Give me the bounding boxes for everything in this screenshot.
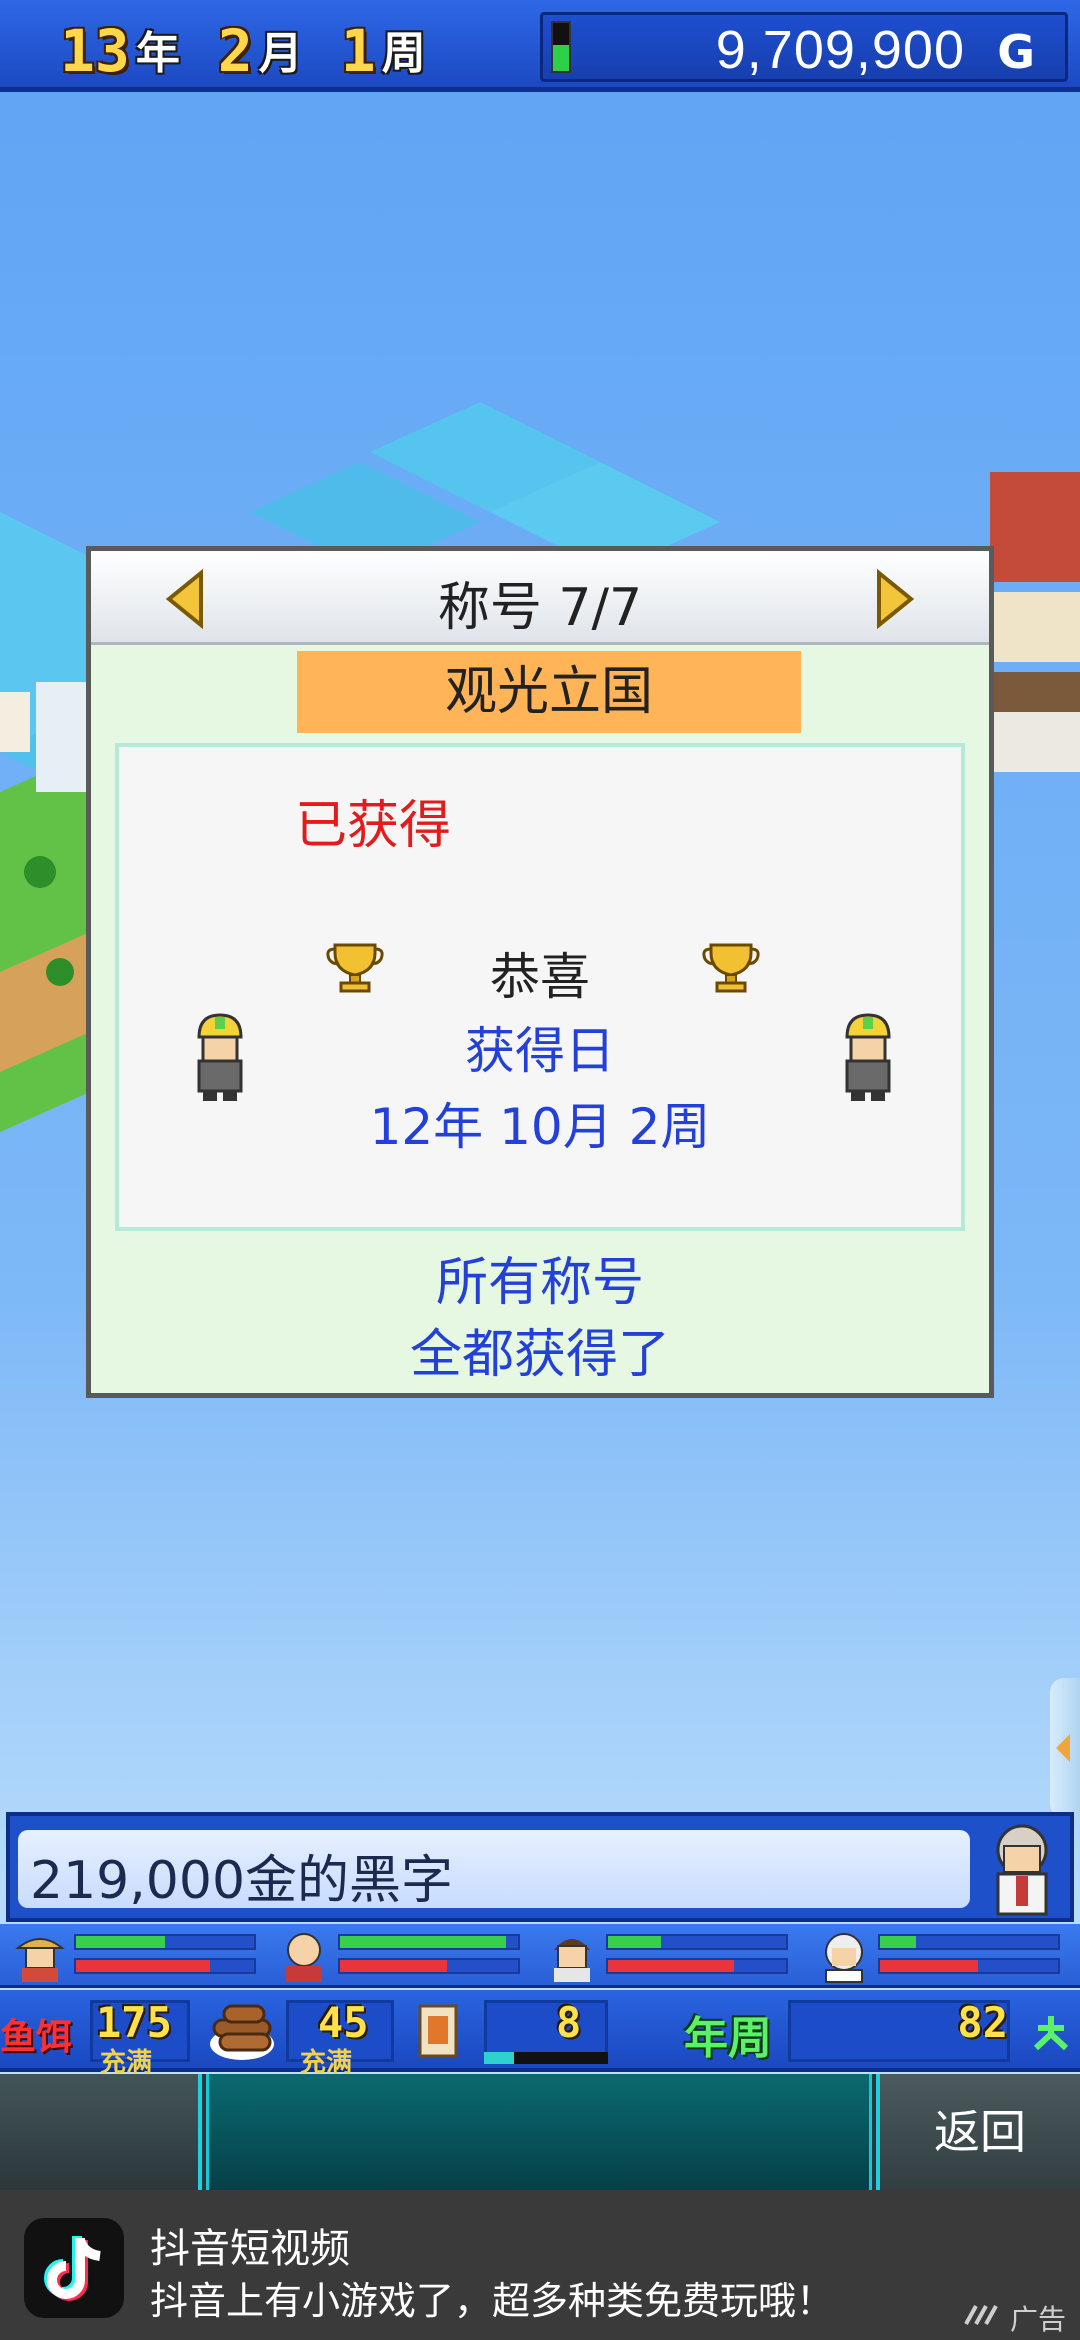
- staff-stat-bar-1: [880, 1936, 916, 1948]
- dialog-header: 称号 7/7: [91, 551, 989, 645]
- ticket-icon: [418, 2004, 458, 2058]
- staff-avatar: [554, 1939, 590, 1982]
- staff-stat-bar-2: [340, 1960, 447, 1972]
- money-display: 9,709,900 G: [540, 12, 1068, 82]
- person-count-icon: [1033, 2016, 1069, 2051]
- title-dialog: 称号 7/7 观光立国 已获得 恭喜 获得日 12年 10月 2周 所有称号 全…: [86, 546, 994, 1398]
- staff-stat-bar-2: [608, 1960, 735, 1972]
- tree: [46, 958, 74, 986]
- nav-center-panel: [206, 2074, 872, 2190]
- week-unit: 周: [381, 28, 426, 79]
- ad-description: 抖音上有小游戏了，超多种类免费玩哦！: [150, 2279, 835, 2323]
- energy-gauge: [551, 21, 571, 73]
- small-building: [0, 692, 30, 752]
- bait-value: 175: [96, 1998, 172, 2047]
- staff-member[interactable]: [536, 1926, 800, 1986]
- year-week-label: 年周: [684, 2013, 772, 2064]
- tree: [24, 856, 56, 888]
- advisor-avatar: [996, 1824, 1048, 1916]
- top-status-bar: 13 年 2 月 1 周 9,709,900 G: [0, 0, 1080, 92]
- music-note-icon: [44, 2236, 101, 2301]
- obtained-status: 已获得: [295, 796, 452, 856]
- acquired-date-label: 获得日: [465, 1022, 615, 1080]
- year-unit: 年: [135, 28, 180, 79]
- ad-banner[interactable]: 抖音短视频 抖音上有小游戏了，超多种类免费玩哦！ 广告: [0, 2190, 1080, 2340]
- house-building: [990, 592, 1080, 662]
- all-titles-line-2: 全都获得了: [409, 1325, 670, 1385]
- staff-stat-bar-1: [340, 1936, 506, 1948]
- staff-avatar: [15, 1938, 65, 1982]
- ticket-progress: [484, 2052, 608, 2064]
- bottom-nav: 返回: [0, 2074, 1080, 2190]
- staff-stat-bar-1: [76, 1936, 165, 1948]
- staff-stat-bar-2: [880, 1960, 978, 1972]
- month-unit: 月: [258, 28, 303, 79]
- staff-avatar: [286, 1933, 322, 1982]
- ticket-value: 8: [556, 1998, 582, 2047]
- ad-tag: 广告: [1009, 2303, 1066, 2336]
- side-drawer-tab[interactable]: [1050, 1678, 1080, 1818]
- staff-member[interactable]: [808, 1926, 1072, 1986]
- ranch: [990, 672, 1080, 712]
- nav-left-panel[interactable]: [0, 2074, 202, 2190]
- next-title-button[interactable]: [867, 568, 917, 630]
- staff-member[interactable]: [4, 1926, 268, 1986]
- wood-value: 45: [318, 1998, 369, 2047]
- staff-stat-bar-1: [608, 1936, 662, 1948]
- message-bar: 219,000金的黑字: [6, 1812, 1074, 1922]
- tower-building: [36, 682, 86, 792]
- message-text: 219,000金的黑字: [30, 1851, 454, 1911]
- office-building: [990, 712, 1080, 772]
- douyin-logo: [24, 2218, 124, 2318]
- month-value: 2: [217, 17, 253, 85]
- title-detail-panel: 已获得 恭喜 获得日 12年 10月 2周: [115, 743, 965, 1231]
- wood-icon: [210, 2004, 274, 2060]
- staff-stat-bar-2: [76, 1960, 210, 1972]
- chevron-left-icon: [1056, 1734, 1070, 1762]
- acquired-date-value: 12年 10月 2周: [369, 1098, 711, 1156]
- message-bubble: 219,000金的黑字: [18, 1830, 970, 1911]
- congrats-text: 恭喜: [490, 948, 590, 1006]
- game-date: 13 年 2 月 1 周: [60, 12, 458, 82]
- staff-avatar: [825, 1933, 863, 1983]
- back-button[interactable]: 返回: [876, 2074, 1080, 2190]
- ad-source-icon: [964, 2305, 998, 2325]
- dialog-title: 称号 7/7: [437, 578, 643, 638]
- money-unit: G: [997, 25, 1035, 79]
- staff-status-row: [0, 1924, 1080, 1988]
- resources-row: 鱼饵 175 充满 45 充满 8 年周 82: [0, 1990, 1080, 2078]
- all-titles-message: 所有称号 全都获得了: [91, 1247, 989, 1391]
- year-value: 13: [60, 17, 130, 85]
- week-value: 1: [340, 17, 376, 85]
- shrine-building: [990, 472, 1080, 582]
- year-week-value: 82: [957, 1998, 1008, 2047]
- staff-member[interactable]: [268, 1926, 532, 1986]
- bait-label: 鱼饵: [0, 2017, 73, 2058]
- arrow-right-icon: [877, 568, 915, 630]
- money-value: 9,709,900: [715, 20, 965, 80]
- ad-title: 抖音短视频: [150, 2226, 350, 2272]
- all-titles-line-1: 所有称号: [435, 1253, 644, 1313]
- energy-gauge-fill: [553, 44, 569, 71]
- title-name-banner: 观光立国: [297, 651, 801, 733]
